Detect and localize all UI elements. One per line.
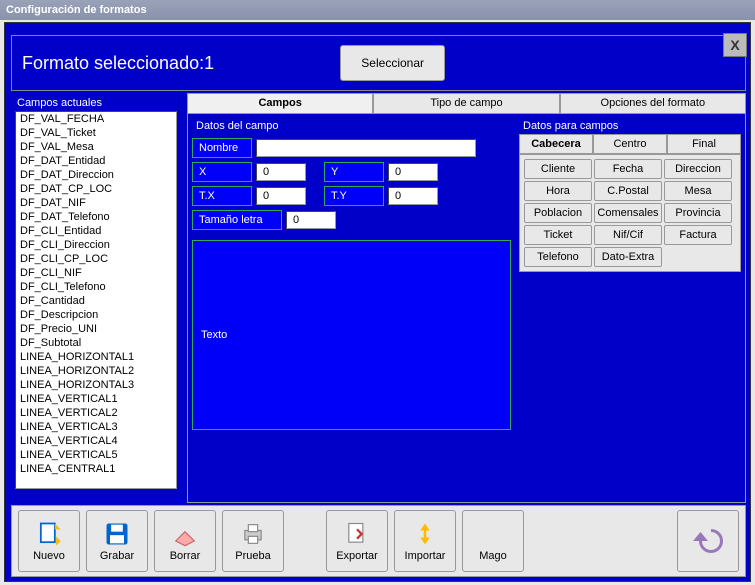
close-button[interactable]: X: [723, 33, 747, 57]
body-row: Campos actuales DF_VAL_FECHADF_VAL_Ticke…: [11, 93, 746, 503]
field-insert-button[interactable]: Provincia: [664, 203, 732, 223]
list-item[interactable]: DF_DAT_NIF: [16, 196, 176, 210]
list-item[interactable]: DF_Subtotal: [16, 336, 176, 350]
tx-label: T.X: [192, 186, 252, 206]
y-label: Y: [324, 162, 384, 182]
list-item[interactable]: LINEA_HORIZONTAL2: [16, 364, 176, 378]
list-item[interactable]: LINEA_VERTICAL1: [16, 392, 176, 406]
wizard-icon: [479, 520, 507, 548]
tab-cabecera[interactable]: Cabecera: [519, 134, 593, 154]
tx-input[interactable]: [256, 187, 306, 205]
texto-label: Texto: [201, 329, 227, 341]
right-tabs: Cabecera Centro Final: [519, 134, 741, 154]
right-pane: Campos Tipo de campo Opciones del format…: [187, 93, 746, 503]
import-icon: [411, 520, 439, 548]
list-item[interactable]: LINEA_VERTICAL2: [16, 406, 176, 420]
tab-body: Datos del campo Nombre X Y T.X: [187, 113, 746, 503]
datos-campo-title: Datos del campo: [192, 118, 511, 134]
field-insert-button[interactable]: Direccion: [664, 159, 732, 179]
datos-para-campos-section: Datos para campos Cabecera Centro Final …: [519, 118, 741, 498]
list-item[interactable]: DF_DAT_Direccion: [16, 168, 176, 182]
export-icon: [343, 520, 371, 548]
nombre-label: Nombre: [192, 138, 252, 158]
field-insert-button[interactable]: C.Postal: [594, 181, 662, 201]
list-item[interactable]: DF_VAL_Mesa: [16, 140, 176, 154]
list-item[interactable]: DF_CLI_CP_LOC: [16, 252, 176, 266]
list-item[interactable]: DF_Cantidad: [16, 294, 176, 308]
list-item[interactable]: LINEA_HORIZONTAL1: [16, 350, 176, 364]
prueba-button[interactable]: Prueba: [222, 510, 284, 572]
list-item[interactable]: LINEA_VERTICAL5: [16, 448, 176, 462]
list-item[interactable]: DF_DAT_Entidad: [16, 154, 176, 168]
field-insert-button[interactable]: Hora: [524, 181, 592, 201]
fields-listbox[interactable]: DF_VAL_FECHADF_VAL_TicketDF_VAL_MesaDF_D…: [15, 111, 177, 489]
list-item[interactable]: LINEA_CENTRAL1: [16, 462, 176, 476]
main-tabs: Campos Tipo de campo Opciones del format…: [187, 93, 746, 113]
list-item[interactable]: DF_DAT_Telefono: [16, 210, 176, 224]
list-item[interactable]: DF_VAL_FECHA: [16, 112, 176, 126]
field-buttons-grid: ClienteFechaDireccion HoraC.PostalMesa Pob…: [524, 159, 736, 267]
ty-input[interactable]: [388, 187, 438, 205]
field-insert-button[interactable]: Telefono: [524, 247, 592, 267]
field-insert-button[interactable]: Comensales: [594, 203, 662, 223]
field-insert-button[interactable]: Nif/Cif: [594, 225, 662, 245]
x-input[interactable]: [256, 163, 306, 181]
format-header: Formato seleccionado:1 Seleccionar X: [11, 35, 746, 91]
list-item[interactable]: LINEA_VERTICAL4: [16, 434, 176, 448]
main-frame: Formato seleccionado:1 Seleccionar X Cam…: [4, 22, 751, 582]
format-selected-label: Formato seleccionado:1: [22, 53, 340, 74]
save-icon: [103, 520, 131, 548]
datos-campo-section: Datos del campo Nombre X Y T.X: [192, 118, 511, 498]
left-pane-title: Campos actuales: [13, 95, 179, 111]
x-label: X: [192, 162, 252, 182]
field-insert-button[interactable]: Poblacion: [524, 203, 592, 223]
tab-final[interactable]: Final: [667, 134, 741, 154]
tab-opciones[interactable]: Opciones del formato: [560, 93, 746, 113]
field-insert-button[interactable]: Mesa: [664, 181, 732, 201]
field-insert-button[interactable]: Cliente: [524, 159, 592, 179]
y-input[interactable]: [388, 163, 438, 181]
window-titlebar: Configuración de formatos: [0, 0, 755, 20]
texto-area[interactable]: Texto: [192, 240, 511, 430]
tab-tipo[interactable]: Tipo de campo: [373, 93, 559, 113]
new-file-icon: [35, 520, 63, 548]
left-pane: Campos actuales DF_VAL_FECHADF_VAL_Ticke…: [11, 93, 181, 503]
list-item[interactable]: DF_DAT_CP_LOC: [16, 182, 176, 196]
list-item[interactable]: DF_CLI_Direccion: [16, 238, 176, 252]
field-insert-button[interactable]: Dato-Extra: [594, 247, 662, 267]
size-input[interactable]: [286, 211, 336, 229]
eraser-icon: [171, 520, 199, 548]
back-button[interactable]: [677, 510, 739, 572]
field-insert-button[interactable]: Factura: [664, 225, 732, 245]
tab-campos[interactable]: Campos: [187, 93, 373, 113]
list-item[interactable]: DF_CLI_Telefono: [16, 280, 176, 294]
bottom-toolbar: Nuevo Grabar Borrar Prueba Exportar Impo…: [11, 505, 746, 577]
exportar-button[interactable]: Exportar: [326, 510, 388, 572]
nuevo-button[interactable]: Nuevo: [18, 510, 80, 572]
list-item[interactable]: DF_CLI_NIF: [16, 266, 176, 280]
list-item[interactable]: LINEA_HORIZONTAL3: [16, 378, 176, 392]
list-item[interactable]: LINEA_VERTICAL3: [16, 420, 176, 434]
tab-centro[interactable]: Centro: [593, 134, 667, 154]
nombre-input[interactable]: [256, 139, 476, 157]
list-item[interactable]: DF_Descripcion: [16, 308, 176, 322]
importar-button[interactable]: Importar: [394, 510, 456, 572]
borrar-button[interactable]: Borrar: [154, 510, 216, 572]
field-insert-button[interactable]: Fecha: [594, 159, 662, 179]
right-tab-body: ClienteFechaDireccion HoraC.PostalMesa Pob…: [519, 154, 741, 272]
grabar-button[interactable]: Grabar: [86, 510, 148, 572]
datos-para-campos-title: Datos para campos: [519, 118, 741, 134]
list-item[interactable]: DF_CLI_Entidad: [16, 224, 176, 238]
size-label: Tamaño letra: [192, 210, 282, 230]
list-item[interactable]: DF_VAL_Ticket: [16, 126, 176, 140]
field-insert-button[interactable]: Ticket: [524, 225, 592, 245]
list-item[interactable]: DF_Precio_UNI: [16, 322, 176, 336]
print-icon: [239, 520, 267, 548]
back-arrow-icon: [690, 523, 726, 559]
mago-button[interactable]: Mago: [462, 510, 524, 572]
ty-label: T.Y: [324, 186, 384, 206]
select-button[interactable]: Seleccionar: [340, 45, 445, 81]
